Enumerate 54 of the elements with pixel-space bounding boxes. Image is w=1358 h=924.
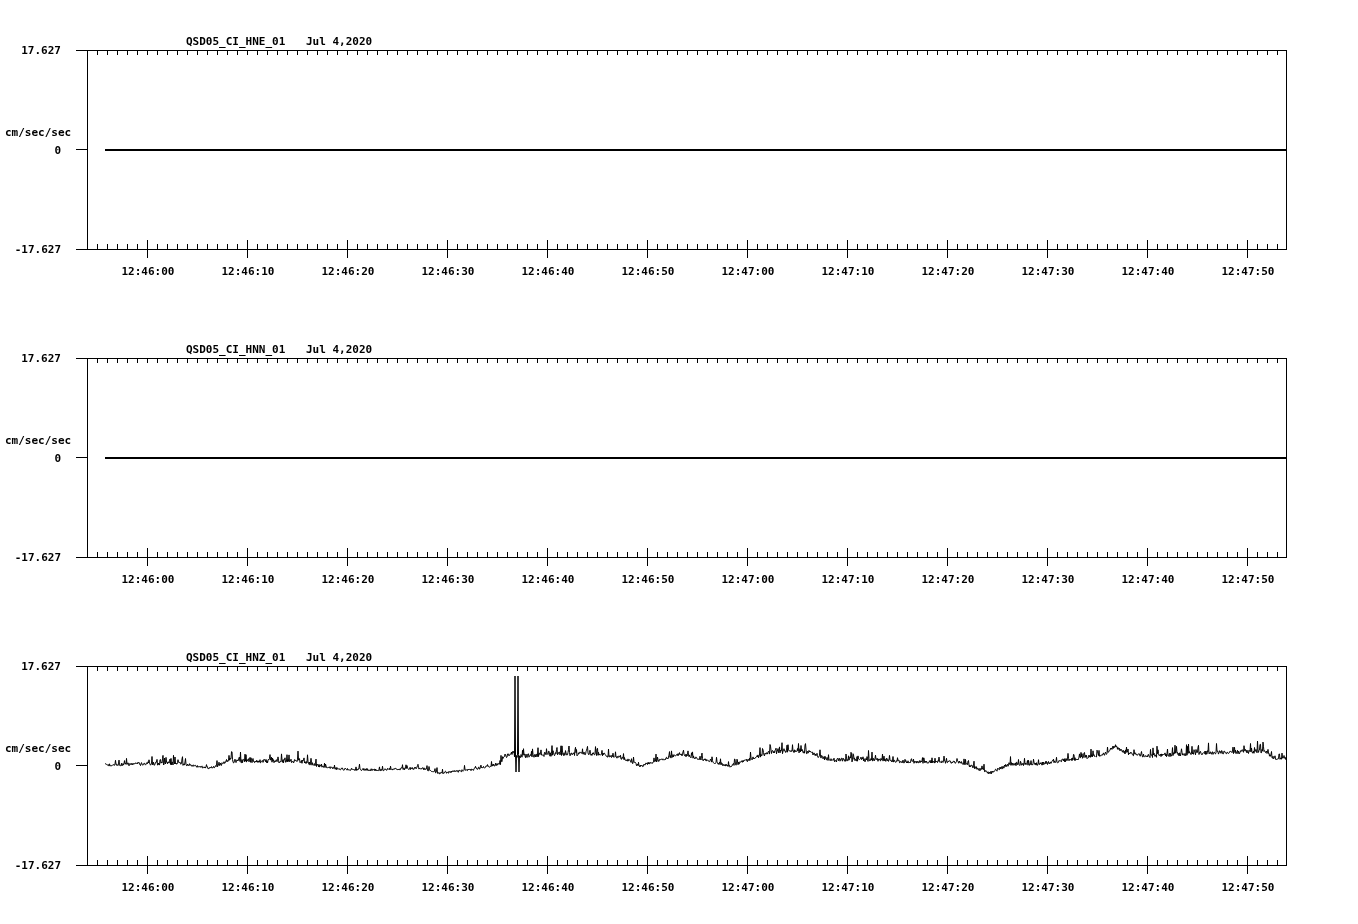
x-tick-label: 12:46:30 (421, 881, 475, 894)
x-tick-label: 12:47:50 (1221, 881, 1275, 894)
x-tick-label: 12:46:50 (621, 265, 675, 278)
y-tick-label: 0 (54, 451, 61, 465)
x-tick-label: 12:47:20 (921, 265, 975, 278)
x-tick-label: 12:46:50 (621, 573, 675, 586)
x-tick-label: 12:47:40 (1121, 265, 1175, 278)
x-tick-label: 12:47:20 (921, 881, 975, 894)
y-axis-unit-label: cm/sec/sec (5, 434, 72, 447)
station-title: QSD05_CI_HNZ_01 (186, 651, 286, 664)
x-tick-label: 12:46:20 (321, 573, 375, 586)
x-tick-label: 12:46:00 (121, 573, 175, 586)
x-tick-label: 12:46:50 (621, 881, 675, 894)
x-tick-label: 12:46:10 (221, 265, 275, 278)
x-tick-label: 12:47:20 (921, 573, 975, 586)
x-tick-label: 12:46:00 (121, 881, 175, 894)
x-tick-label: 12:46:40 (521, 573, 575, 586)
x-tick-label: 12:47:30 (1021, 881, 1075, 894)
x-tick-label: 12:47:50 (1221, 265, 1275, 278)
x-tick-label: 12:46:40 (521, 265, 575, 278)
x-tick-label: 12:46:40 (521, 881, 575, 894)
x-tick-label: 12:47:10 (821, 573, 875, 586)
y-tick-label: 0 (54, 143, 61, 157)
x-tick-label: 12:47:10 (821, 881, 875, 894)
station-title: QSD05_CI_HNN_01 (186, 343, 286, 356)
x-tick-label: 12:46:30 (421, 265, 475, 278)
x-tick-label: 12:47:40 (1121, 573, 1175, 586)
date-label: Jul 4,2020 (306, 651, 373, 664)
x-tick-label: 12:46:10 (221, 573, 275, 586)
x-tick-label: 12:47:00 (721, 573, 775, 586)
x-tick-label: 12:46:10 (221, 881, 275, 894)
y-tick-label: 17.627 (21, 352, 61, 365)
y-tick-label: 17.627 (21, 44, 61, 57)
x-tick-label: 12:47:00 (721, 881, 775, 894)
station-title: QSD05_CI_HNE_01 (186, 35, 286, 48)
y-tick-label: 0 (54, 759, 61, 773)
x-tick-label: 12:47:00 (721, 265, 775, 278)
y-axis-unit-label: cm/sec/sec (5, 742, 72, 755)
date-label: Jul 4,2020 (306, 35, 373, 48)
x-tick-label: 12:47:50 (1221, 573, 1275, 586)
y-axis-unit-label: cm/sec/sec (5, 126, 72, 139)
y-tick-label: -17.627 (14, 243, 61, 256)
x-tick-label: 12:46:20 (321, 881, 375, 894)
y-tick-label: -17.627 (14, 859, 61, 872)
x-tick-label: 12:47:40 (1121, 881, 1175, 894)
y-tick-label: -17.627 (14, 551, 61, 564)
y-tick-label: 17.627 (21, 660, 61, 673)
date-label: Jul 4,2020 (306, 343, 373, 356)
x-tick-label: 12:47:30 (1021, 265, 1075, 278)
x-tick-label: 12:47:30 (1021, 573, 1075, 586)
x-tick-label: 12:47:10 (821, 265, 875, 278)
x-tick-label: 12:46:00 (121, 265, 175, 278)
x-tick-label: 12:46:20 (321, 265, 375, 278)
x-tick-label: 12:46:30 (421, 573, 475, 586)
